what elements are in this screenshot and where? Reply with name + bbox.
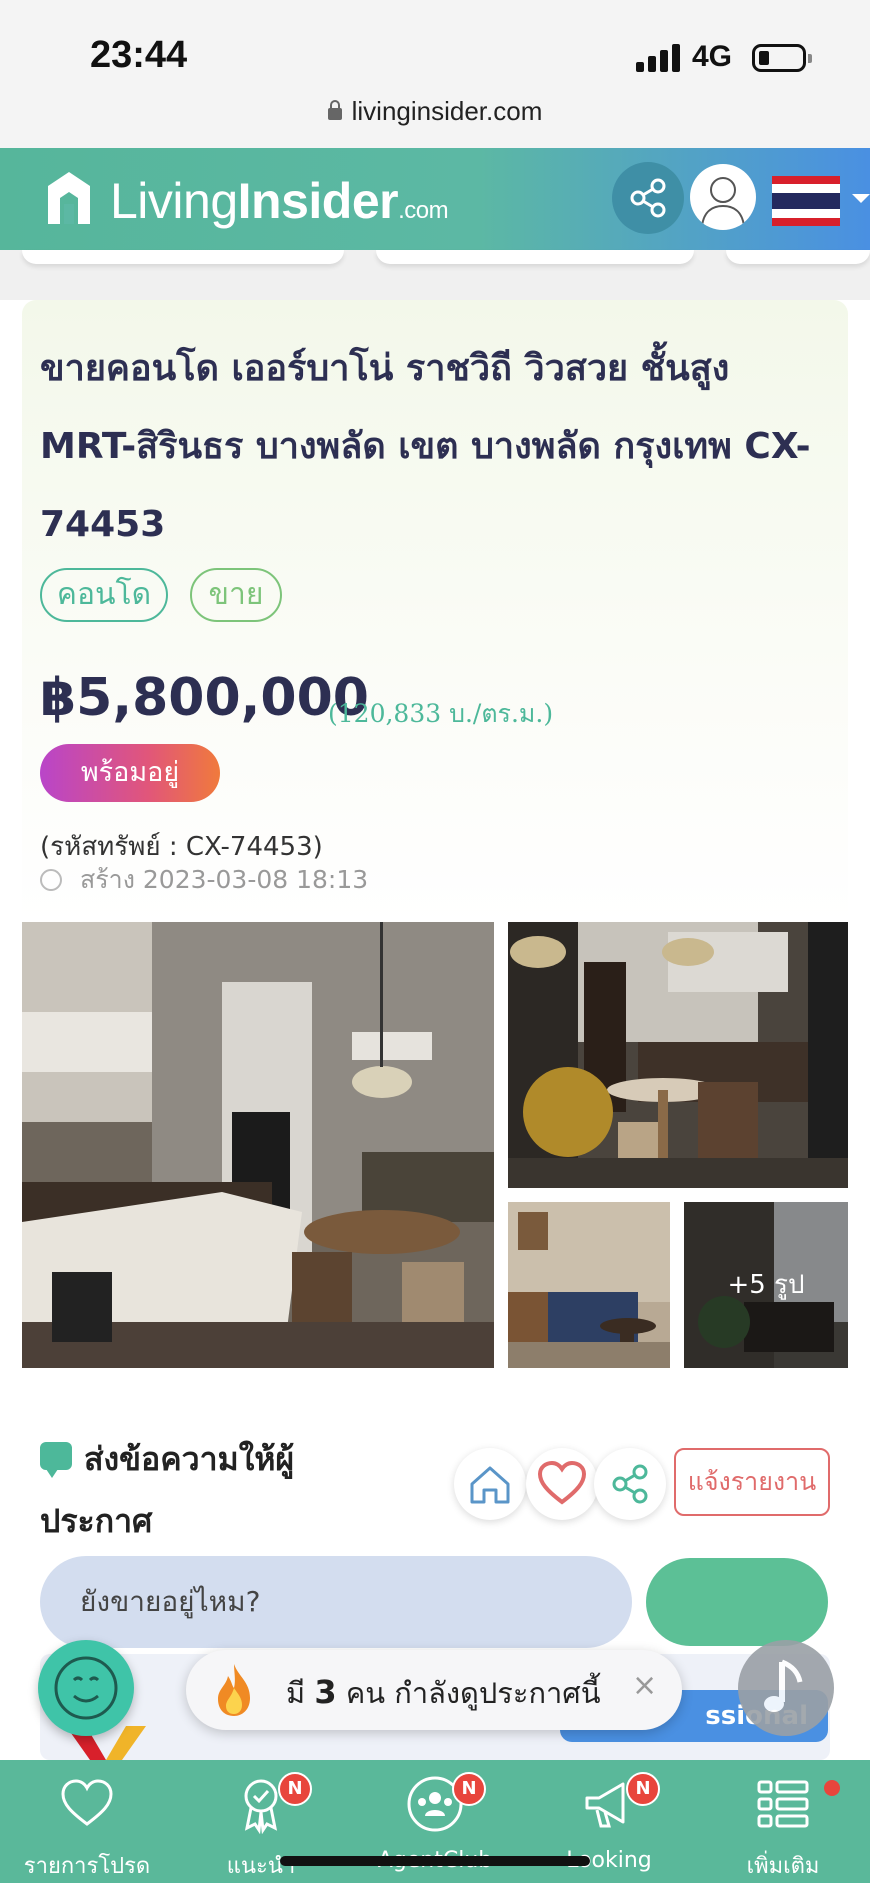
music-note-icon — [764, 1659, 803, 1712]
status-badge: พร้อมอยู่ — [40, 744, 220, 802]
nav-label: เพิ่มเติม — [746, 1854, 820, 1879]
photo-living[interactable] — [508, 1202, 670, 1368]
logo-insider: Insider — [237, 173, 399, 229]
new-badge: N — [452, 1772, 486, 1806]
prev-card-peek — [376, 250, 694, 264]
smile-icon — [54, 1656, 118, 1720]
music-button[interactable] — [738, 1640, 834, 1736]
logo-house-icon — [48, 172, 90, 224]
photo-main[interactable] — [22, 922, 494, 1368]
site-logo[interactable]: LivingInsider.com — [110, 172, 449, 230]
message-section-title: ส่งข้อความให้ผู้ประกาศ — [40, 1440, 295, 1540]
status-time: 23:44 — [90, 34, 188, 76]
message-input[interactable] — [40, 1556, 632, 1648]
price-per-sqm: (120,833 บ./ตร.ม.) — [328, 699, 554, 728]
thai-flag-icon[interactable] — [772, 176, 840, 226]
home-indicator — [280, 1856, 590, 1866]
share-icon — [612, 1464, 648, 1504]
listing-title: ขายคอนโด เออร์บาโน่ ราชวิถี วิวสวย ชั้นส… — [40, 348, 811, 545]
share-listing-button[interactable] — [594, 1448, 666, 1520]
viewers-suffix: คน กำลังดูประกาศนี้ — [345, 1676, 601, 1710]
send-button[interactable] — [646, 1558, 828, 1646]
prev-card-peek — [22, 250, 344, 264]
signal-icon — [636, 42, 680, 72]
created-date: สร้าง 2023-03-08 18:13 — [40, 860, 368, 900]
menu-grid-icon — [757, 1780, 809, 1828]
tag-condo[interactable]: คอนโด — [40, 568, 168, 622]
logo-living: Living — [110, 173, 238, 229]
nav-more[interactable]: เพิ่มเติม — [696, 1760, 870, 1883]
heart-icon — [61, 1779, 113, 1826]
viewers-text: มี 3 คน กำลังดูประกาศนี้ — [286, 1670, 601, 1716]
address-bar[interactable]: livinginsider.com — [0, 96, 870, 127]
more-photos-label: +5 รูป — [684, 1202, 848, 1368]
favorite-button[interactable] — [526, 1448, 598, 1520]
fire-icon — [218, 1664, 250, 1716]
user-avatar[interactable] — [690, 164, 756, 230]
report-button[interactable]: แจ้งรายงาน — [674, 1448, 830, 1516]
created-text: สร้าง 2023-03-08 18:13 — [80, 865, 369, 894]
notification-dot — [824, 1780, 840, 1796]
share-icon — [630, 178, 666, 218]
listing-price: ฿5,800,000 — [40, 668, 369, 728]
clock-icon — [40, 869, 62, 891]
nav-label: รายการโปรด — [23, 1854, 151, 1879]
site-header: LivingInsider.com — [0, 148, 870, 250]
battery-icon — [752, 44, 812, 72]
user-avatar-icon — [701, 177, 745, 227]
photo-dining[interactable] — [508, 922, 848, 1188]
feedback-button[interactable] — [38, 1640, 134, 1736]
home-button[interactable] — [454, 1448, 526, 1520]
tag-sale[interactable]: ขาย — [190, 568, 282, 622]
viewers-count: 3 — [314, 1673, 337, 1711]
new-badge: N — [278, 1772, 312, 1806]
nav-favorites[interactable]: รายการโปรด — [0, 1760, 174, 1883]
viewers-toast: มี 3 คน กำลังดูประกาศนี้ × — [186, 1650, 682, 1730]
logo-suffix: .com — [398, 197, 449, 224]
photo-more[interactable]: +5 รูป — [684, 1202, 848, 1368]
network-type: 4G — [692, 40, 733, 73]
close-icon[interactable]: × — [632, 1668, 657, 1703]
lock-icon — [327, 100, 342, 120]
prev-card-peek — [726, 250, 870, 264]
living-room-photo — [508, 1202, 670, 1368]
language-caret-icon[interactable] — [852, 194, 870, 203]
home-icon — [470, 1466, 510, 1504]
heart-icon — [537, 1460, 587, 1505]
kitchen-dining-photo — [22, 922, 494, 1368]
status-bar: 23:44 4G livinginsider.com — [0, 0, 870, 148]
new-badge: N — [626, 1772, 660, 1806]
header-share-button[interactable] — [612, 162, 684, 234]
dining-photo — [508, 922, 848, 1188]
url-text: livinginsider.com — [351, 96, 543, 126]
viewers-prefix: มี — [286, 1676, 306, 1710]
